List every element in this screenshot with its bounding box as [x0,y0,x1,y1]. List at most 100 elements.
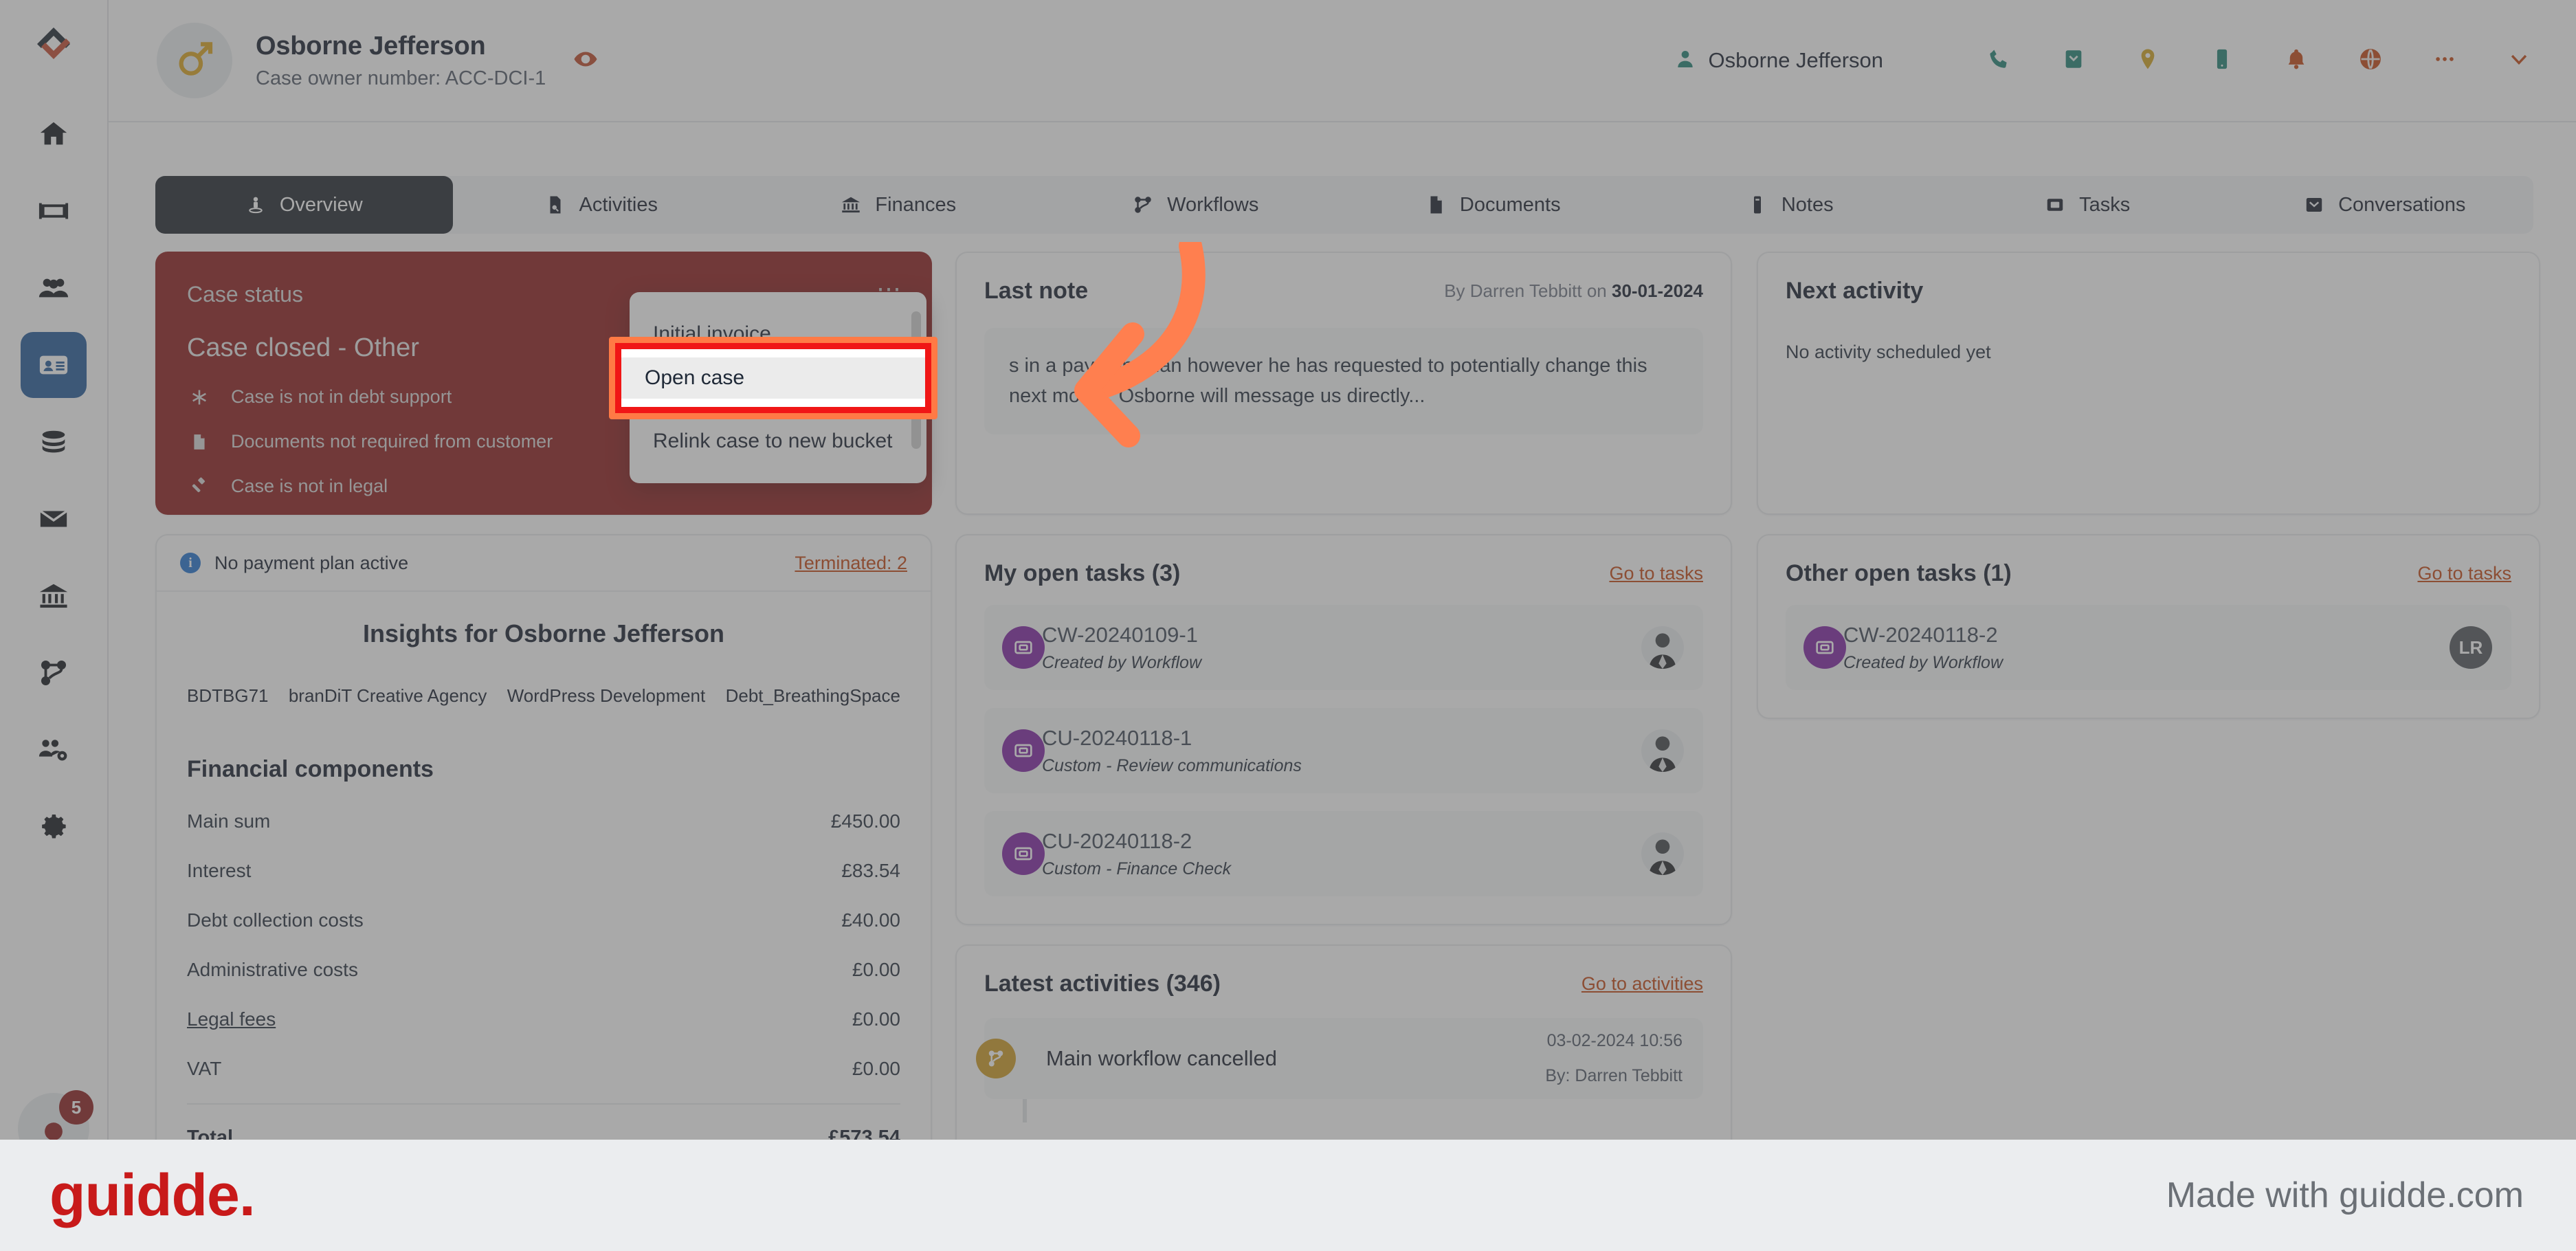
tab-notes-label: Notes [1781,193,1834,216]
last-note-meta: By Darren Tebbitt on 30-01-2024 [1444,280,1703,302]
sidebar-item-bank[interactable] [21,563,87,629]
globe-icon [2359,47,2382,74]
sidebar-item-database[interactable] [21,409,87,475]
financial-row-value: £450.00 [830,810,900,832]
latest-activities-card: Latest activities (346) Go to activities… [955,944,1732,1140]
location-button[interactable] [2136,47,2159,74]
go-to-tasks-link[interactable]: Go to tasks [1609,563,1703,584]
more-options-button[interactable] [2433,47,2456,74]
chat-support-button[interactable]: ● 5 [18,1090,93,1140]
workflow-icon [976,1039,1016,1078]
task-row[interactable]: CW-20240109-1 Created by Workflow [984,605,1703,690]
task-id: CW-20240118-2 [1843,622,1998,647]
email-icon [2062,47,2085,74]
bank-icon [38,580,69,612]
task-row[interactable]: CW-20240118-2 Created by Workflow LR [1786,605,2511,690]
financial-row-label: Main sum [187,810,271,832]
ticket-icon [1002,729,1045,772]
financial-row-label: Interest [187,860,252,881]
avatar [1641,729,1684,772]
tab-bar: Overview Activities Finances Workflows D… [155,176,2533,234]
preview-toggle-button[interactable] [573,47,598,75]
header-user[interactable]: Osborne Jefferson [1674,48,1883,74]
guidde-highlight-box: Open case [609,337,937,419]
tab-documents[interactable]: Documents [1344,176,1642,234]
made-with-guidde: Made with guidde.com [2166,1175,2524,1215]
financial-components-title: Financial components [187,756,434,782]
financial-row-label-legal-fees[interactable]: Legal fees [187,1008,276,1030]
eye-icon [573,47,598,75]
task-subtitle: Created by Workflow [1042,652,1202,672]
home-icon [38,118,69,150]
tab-workflows[interactable]: Workflows [1047,176,1345,234]
my-open-tasks-title: My open tasks (3) [984,560,1181,586]
highlighted-menu-item-open-case[interactable]: Open case [621,357,925,399]
page-header: Osborne Jefferson Case owner number: ACC… [109,0,2576,122]
financial-row-value: £40.00 [841,909,900,931]
guidde-brand: guidde. [49,1162,256,1228]
activities-icon [545,195,566,215]
avatar [1641,626,1684,669]
financial-total-value: £573.54 [828,1127,900,1140]
activity-row[interactable]: Main workflow cancelled 03-02-2024 10:56… [976,1018,1703,1122]
guidde-diamond-logo [32,23,76,71]
info-icon: i [180,553,201,573]
terminated-link[interactable]: Terminated: 2 [795,553,907,574]
go-to-tasks-link[interactable]: Go to tasks [2417,563,2511,584]
alert-button[interactable] [2285,47,2308,74]
chevron-down-icon [2507,47,2531,74]
sidebar-item-customers[interactable] [21,255,87,321]
financial-total-label: Total [187,1127,234,1140]
globe-button[interactable] [2359,47,2382,74]
task-subtitle: Custom - Review communications [1042,755,1302,775]
tab-finances[interactable]: Finances [750,176,1047,234]
overview-icon [245,195,266,215]
sidebar-item-cases[interactable] [21,178,87,244]
person-icon [1674,48,1696,74]
sidebar-item-workflows[interactable] [21,640,87,706]
task-id: CU-20240118-2 [1042,828,1192,853]
financial-row-value: £0.00 [852,959,900,980]
mobile-button[interactable] [2210,47,2234,74]
email-button[interactable] [2062,47,2085,74]
tab-notes[interactable]: Notes [1642,176,1940,234]
sidebar-item-home[interactable] [21,101,87,167]
tab-tasks[interactable]: Tasks [1939,176,2236,234]
tab-activities[interactable]: Activities [453,176,751,234]
insights-title: Insights for Osborne Jefferson [362,619,725,647]
insight-tag: WordPress Development [507,685,706,706]
case-status-row-text: Case is not in debt support [231,386,452,407]
task-id: CU-20240118-1 [1042,725,1192,750]
sidebar-item-contacts[interactable] [21,332,87,398]
financial-row-value: £0.00 [852,1058,900,1079]
task-icon [2045,195,2065,215]
menu-item-relink-case[interactable]: Relink case to new bucket [630,414,926,468]
phone-button[interactable] [1988,47,2011,74]
payment-plan-card: i No payment plan active Terminated: 2 I… [155,534,932,1140]
tab-overview[interactable]: Overview [155,176,453,234]
people-icon [38,272,69,304]
sidebar-item-teams[interactable] [21,717,87,783]
go-to-activities-link[interactable]: Go to activities [1581,973,1703,995]
sidebar-item-settings[interactable] [21,794,87,860]
activity-author: By: Darren Tebbitt [1545,1066,1683,1085]
case-owner-number: Case owner number: ACC-DCI-1 [256,67,546,89]
last-note-date: 30-01-2024 [1612,280,1703,301]
page-title: Osborne Jefferson [256,31,486,60]
case-status-row-text: Documents not required from customer [231,431,553,452]
tab-conversations[interactable]: Conversations [2236,176,2534,234]
tab-finances-label: Finances [875,193,957,216]
sidebar-item-mail[interactable] [21,486,87,552]
gear-icon [38,811,69,843]
task-row[interactable]: CU-20240118-2 Custom - Finance Check [984,811,1703,896]
collapse-button[interactable] [2507,47,2531,74]
timeline-connector [1023,1099,1027,1122]
document-icon [1425,195,1446,215]
task-row[interactable]: CU-20240118-1 Custom - Review communicat… [984,708,1703,793]
financial-row-value: £83.54 [841,860,900,881]
ticket-icon [1803,626,1846,669]
document-icon [187,432,212,452]
column-right: Next activity No activity scheduled yet … [1757,252,2540,719]
ticket-icon [1002,626,1045,669]
insight-tags: BDTBG71 branDiT Creative Agency WordPres… [187,685,900,707]
